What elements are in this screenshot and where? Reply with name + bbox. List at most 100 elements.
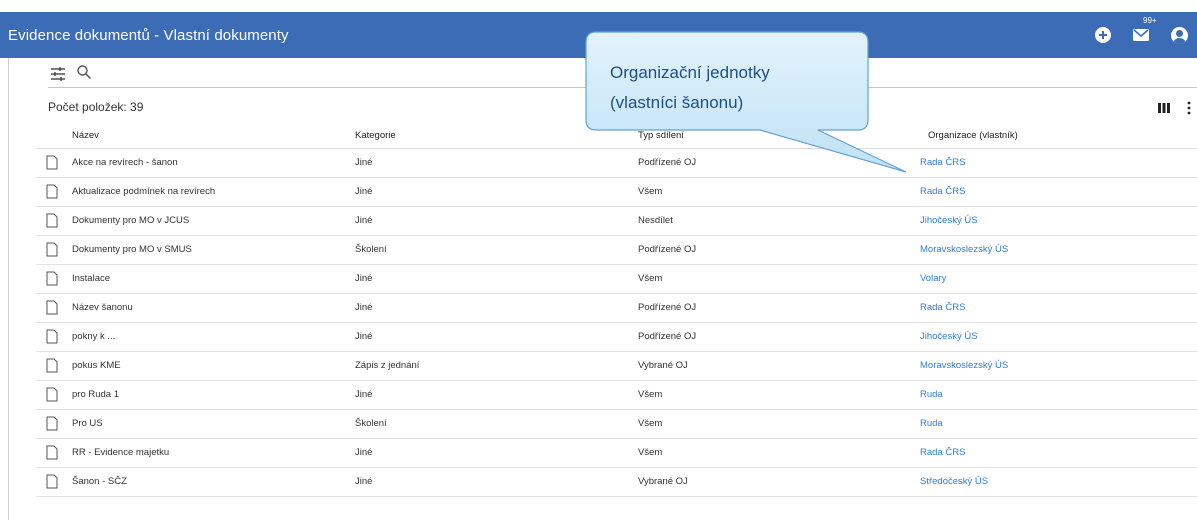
table-row[interactable]: Dokumenty pro MO v JCUS Jiné Nesdílet Jihoč…	[36, 206, 1197, 236]
row-icon-cell	[36, 177, 72, 207]
filter-icon[interactable]	[50, 66, 66, 82]
table-row[interactable]: pokus KME Zápis z jednání Vybrané OJ Moravs…	[36, 351, 1197, 381]
item-count: Počet položek: 39	[48, 100, 144, 114]
cell-org-link[interactable]: Ruda	[920, 380, 1197, 410]
header-actions: 99+	[1093, 12, 1189, 58]
cell-name: Dokumenty pro MO v JCUS	[72, 206, 355, 236]
table-row[interactable]: Pro US Školení Všem Ruda	[36, 409, 1197, 439]
plus-circle-icon	[1095, 27, 1111, 43]
cell-name: Název šanonu	[72, 293, 355, 323]
document-icon	[46, 213, 58, 228]
document-icon	[46, 271, 58, 286]
row-icon-cell	[36, 148, 72, 178]
callout-line-2: (vlastníci šanonu)	[610, 93, 744, 112]
cell-category: Zápis z jednání	[355, 351, 638, 381]
table-row[interactable]: pro Ruda 1 Jiné Všem Ruda	[36, 380, 1197, 410]
cell-share: Nesdílet	[638, 206, 920, 236]
cell-share: Všem	[638, 438, 920, 468]
table-row[interactable]: Název šanonu Jiné Podřízené OJ Rada ČRS	[36, 293, 1197, 323]
cell-category: Jiné	[355, 380, 638, 410]
document-icon	[46, 416, 58, 431]
cell-share: Vybrané OJ	[638, 467, 920, 497]
cell-share: Všem	[638, 380, 920, 410]
content-border	[8, 58, 9, 520]
cell-category: Školení	[355, 409, 638, 439]
column-header-name[interactable]: Název	[72, 124, 355, 149]
row-icon-cell	[36, 293, 72, 323]
row-icon-cell	[36, 380, 72, 410]
cell-org-link[interactable]: Rada ČRS	[920, 293, 1197, 323]
mail-badge: 99+	[1143, 16, 1157, 25]
cell-name: Akce na revírech - šanon	[72, 148, 355, 178]
row-icon-cell	[36, 438, 72, 468]
table-row[interactable]: Instalace Jiné Všem Volary	[36, 264, 1197, 294]
cell-name: pokny k ...	[72, 322, 355, 352]
columns-icon[interactable]	[1158, 103, 1170, 113]
cell-name: Pro US	[72, 409, 355, 439]
table-row[interactable]: Akce na revírech - šanon Jiné Podřízené OJ…	[36, 148, 1197, 178]
callout-text: Organizační jednotky (vlastníci šanonu)	[610, 58, 850, 118]
cell-share: Podřízené OJ	[638, 293, 920, 323]
cell-name: Instalace	[72, 264, 355, 294]
document-icon	[46, 445, 58, 460]
cell-name: Dokumenty pro MO v SMUS	[72, 235, 355, 265]
cell-category: Jiné	[355, 177, 638, 207]
header-icon-cell	[36, 124, 72, 149]
cell-category: Jiné	[355, 206, 638, 236]
document-icon	[46, 387, 58, 402]
cell-org-link[interactable]: Rada ČRS	[920, 177, 1197, 207]
table-row[interactable]: pokny k ... Jiné Podřízené OJ Jihočeský ÚS	[36, 322, 1197, 352]
cell-org-link[interactable]: Rada ČRS	[920, 438, 1197, 468]
cell-category: Jiné	[355, 264, 638, 294]
cell-name: RR - Evidence majetku	[72, 438, 355, 468]
document-icon	[46, 474, 58, 489]
table-row[interactable]: Šanon - SČZ Jiné Vybrané OJ Středočeský ÚS	[36, 467, 1197, 497]
cell-name: pokus KME	[72, 351, 355, 381]
row-icon-cell	[36, 264, 72, 294]
cell-org-link[interactable]: Středočeský ÚS	[920, 467, 1197, 497]
cell-name: Šanon - SČZ	[72, 467, 355, 497]
cell-org-link[interactable]: Jihočeský ÚS	[920, 206, 1197, 236]
cell-share: Podřízené OJ	[638, 322, 920, 352]
row-icon-cell	[36, 467, 72, 497]
account-button[interactable]	[1169, 25, 1189, 45]
table-row[interactable]: RR - Evidence majetku Jiné Všem Rada ČRS	[36, 438, 1197, 468]
cell-category: Jiné	[355, 293, 638, 323]
cell-org-link[interactable]: Moravskoslezský ÚS	[920, 351, 1197, 381]
search-icon[interactable]	[76, 64, 92, 80]
column-header-org[interactable]: Organizace (vlastník)	[920, 124, 1197, 149]
cell-share: Všem	[638, 409, 920, 439]
document-icon	[46, 184, 58, 199]
search-input[interactable]	[96, 62, 576, 84]
row-icon-cell	[36, 409, 72, 439]
table-row[interactable]: Aktualizace podmínek na revírech Jiné Všem…	[36, 177, 1197, 207]
add-button[interactable]	[1093, 25, 1113, 45]
cell-category: Jiné	[355, 322, 638, 352]
cell-share: Podřízené OJ	[638, 235, 920, 265]
cell-name: pro Ruda 1	[72, 380, 355, 410]
cell-share: Podřízené OJ	[638, 148, 920, 178]
account-icon	[1170, 26, 1188, 44]
cell-category: Jiné	[355, 148, 638, 178]
document-icon	[46, 358, 58, 373]
documents-table: Název Kategorie Typ sdílení Organizace (…	[36, 124, 1197, 497]
cell-share: Všem	[638, 177, 920, 207]
cell-org-link[interactable]: Ruda	[920, 409, 1197, 439]
cell-org-link[interactable]: Volary	[920, 264, 1197, 294]
page-title: Evidence dokumentů - Vlastní dokumenty	[8, 26, 289, 44]
table-row[interactable]: Dokumenty pro MO v SMUS Školení Podřízené …	[36, 235, 1197, 265]
row-icon-cell	[36, 322, 72, 352]
mail-button[interactable]: 99+	[1131, 16, 1157, 45]
mail-icon	[1133, 29, 1149, 41]
cell-category: Školení	[355, 235, 638, 265]
cell-org-link[interactable]: Jihočeský ÚS	[920, 322, 1197, 352]
row-icon-cell	[36, 206, 72, 236]
cell-name: Aktualizace podmínek na revírech	[72, 177, 355, 207]
cell-category: Jiné	[355, 467, 638, 497]
document-icon	[46, 155, 58, 170]
cell-category: Jiné	[355, 438, 638, 468]
cell-share: Všem	[638, 264, 920, 294]
cell-org-link[interactable]: Moravskoslezský ÚS	[920, 235, 1197, 265]
cell-org-link[interactable]: Rada ČRS	[920, 148, 1197, 178]
more-vertical-icon[interactable]	[1187, 101, 1191, 115]
